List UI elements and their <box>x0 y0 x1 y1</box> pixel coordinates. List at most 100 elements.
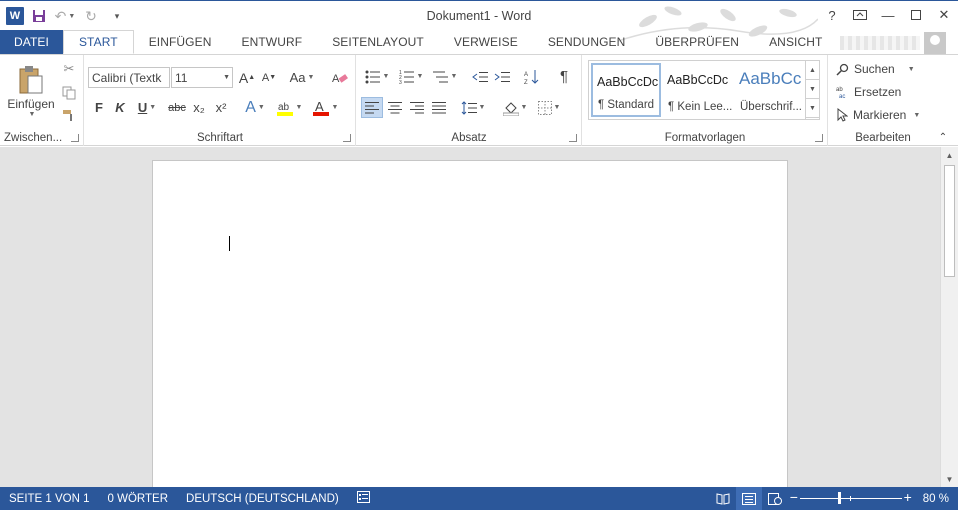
text-cursor <box>229 236 230 251</box>
svg-text:ac: ac <box>839 94 845 99</box>
styles-gallery-scroll: ▲ ▼ ▼ <box>805 61 819 119</box>
decrease-indent-icon[interactable] <box>469 66 491 87</box>
paragraph-launcher-icon[interactable] <box>569 134 577 142</box>
cursor-arrow-icon <box>837 108 848 122</box>
shrink-font-icon[interactable]: A ▼ <box>259 67 279 88</box>
justify-icon[interactable] <box>428 97 450 118</box>
paste-button[interactable]: Einfügen ▼ <box>7 59 55 123</box>
paste-label: Einfügen <box>7 96 55 111</box>
read-mode-icon[interactable] <box>710 487 736 510</box>
bullets-icon[interactable]: ▼ <box>361 66 393 87</box>
subscript-button[interactable]: x₂ <box>189 97 209 118</box>
clear-formatting-icon[interactable]: A <box>329 67 351 88</box>
gallery-more-icon[interactable]: ▼ <box>806 99 819 118</box>
search-icon <box>836 63 849 76</box>
numbering-icon[interactable]: 1 2 3 ▼ <box>395 66 427 87</box>
show-formatting-icon[interactable]: ¶ <box>553 66 575 87</box>
multilevel-list-icon[interactable]: ▼ <box>429 66 461 87</box>
tab-sendungen[interactable]: SENDUNGEN <box>533 30 641 54</box>
select-label: Markieren <box>853 108 907 122</box>
scroll-down-icon[interactable]: ▼ <box>941 471 958 487</box>
style-sample: AaBbCcDc <box>667 73 729 87</box>
text-highlight-icon[interactable]: ab ▼ <box>273 97 305 118</box>
maximize-button[interactable] <box>902 1 930 29</box>
align-left-icon[interactable] <box>361 97 383 118</box>
grow-font-icon[interactable]: A ▲ <box>237 67 257 88</box>
format-painter-icon[interactable] <box>58 105 80 125</box>
style-standard[interactable]: AaBbCcDc ¶ Standard <box>591 63 661 117</box>
account-area[interactable] <box>836 32 946 54</box>
scroll-up-icon[interactable]: ▲ <box>941 147 958 163</box>
font-size-combo[interactable]: 11 ▼ <box>171 67 233 88</box>
styles-launcher-icon[interactable] <box>815 134 823 142</box>
font-size-value: 11 <box>175 70 188 85</box>
strikethrough-button[interactable]: abc <box>165 97 189 118</box>
copy-icon[interactable] <box>58 83 80 103</box>
underline-label: U <box>137 100 148 115</box>
svg-text:ab: ab <box>836 87 843 93</box>
ribbon: Einfügen ▼ ✂ Zwischen... Calibri (Textk … <box>0 54 958 146</box>
ribbon-display-options-icon[interactable] <box>846 1 874 29</box>
underline-button[interactable]: U ▼ <box>132 97 162 118</box>
zoom-slider[interactable]: − + <box>790 487 912 510</box>
line-spacing-icon[interactable]: ▼ <box>457 97 489 118</box>
superscript-button[interactable]: x² <box>211 97 231 118</box>
align-right-icon[interactable] <box>406 97 428 118</box>
zoom-out-icon[interactable]: − <box>790 489 798 505</box>
paste-icon <box>19 65 43 93</box>
find-button[interactable]: Suchen ▼ <box>836 62 915 76</box>
select-button[interactable]: Markieren ▼ <box>836 108 920 122</box>
scroll-thumb[interactable] <box>944 165 955 277</box>
tab-verweise[interactable]: VERWEISE <box>439 30 533 54</box>
macro-record-icon[interactable] <box>348 491 379 506</box>
change-case-button[interactable]: Aa ▼ <box>285 67 319 88</box>
gallery-up-icon[interactable]: ▲ <box>806 61 819 80</box>
borders-icon[interactable]: ▼ <box>533 97 565 118</box>
tab-datei[interactable]: DATEI <box>0 30 63 54</box>
tab-einfuegen[interactable]: EINFÜGEN <box>134 30 227 54</box>
account-name <box>840 36 920 50</box>
help-button[interactable]: ? <box>818 1 846 29</box>
language[interactable]: DEUTSCH (DEUTSCHLAND) <box>177 493 348 505</box>
zoom-in-icon[interactable]: + <box>904 489 912 505</box>
gallery-down-icon[interactable]: ▼ <box>806 80 819 99</box>
svg-text:3: 3 <box>399 80 402 84</box>
clipboard-launcher-icon[interactable] <box>71 134 79 142</box>
increase-indent-icon[interactable] <box>491 66 513 87</box>
italic-button[interactable]: K <box>110 97 130 118</box>
font-launcher-icon[interactable] <box>343 134 351 142</box>
collapse-ribbon-icon[interactable]: ⌃ <box>936 131 950 143</box>
cut-icon[interactable]: ✂ <box>58 59 80 79</box>
style-kein-leerraum[interactable]: AaBbCcDc ¶ Kein Lee... <box>663 63 733 117</box>
document-area <box>0 147 940 487</box>
tab-ueberpruefen[interactable]: ÜBERPRÜFEN <box>640 30 754 54</box>
tab-start[interactable]: START <box>62 30 134 54</box>
bold-button[interactable]: F <box>89 97 109 118</box>
font-color-icon[interactable]: A ▼ <box>309 97 341 118</box>
tab-entwurf[interactable]: ENTWURF <box>227 30 318 54</box>
tab-ansicht[interactable]: ANSICHT <box>754 30 837 54</box>
web-layout-icon[interactable] <box>762 487 788 510</box>
text-effects-icon[interactable]: A ▼ <box>240 97 270 118</box>
document-page[interactable] <box>152 160 788 487</box>
page-count[interactable]: SEITE 1 VON 1 <box>0 493 99 505</box>
vertical-scrollbar[interactable]: ▲ ▼ <box>940 147 958 487</box>
style-ueberschrift[interactable]: AaBbCc Überschrif... <box>735 63 805 117</box>
word-count[interactable]: 0 WÖRTER <box>99 493 178 505</box>
replace-button[interactable]: ab ac Ersetzen <box>836 85 901 99</box>
avatar[interactable] <box>924 32 946 54</box>
style-label: Überschrif... <box>740 101 802 113</box>
tab-seitenlayout[interactable]: SEITENLAYOUT <box>317 30 439 54</box>
font-name-value: Calibri (Textk <box>92 70 162 85</box>
shading-icon[interactable]: ▼ <box>499 97 531 118</box>
style-sample: AaBbCc <box>739 69 802 88</box>
close-button[interactable]: ✕ <box>930 1 958 29</box>
font-name-combo[interactable]: Calibri (Textk <box>88 67 170 88</box>
align-center-icon[interactable] <box>384 97 406 118</box>
sort-icon[interactable]: AZ <box>521 66 543 87</box>
zoom-knob[interactable] <box>838 492 842 504</box>
paragraph-group-label: Absatz <box>451 132 487 144</box>
print-layout-icon[interactable] <box>735 487 762 510</box>
minimize-button[interactable]: — <box>874 1 902 29</box>
zoom-level[interactable]: 80 % <box>914 493 958 505</box>
